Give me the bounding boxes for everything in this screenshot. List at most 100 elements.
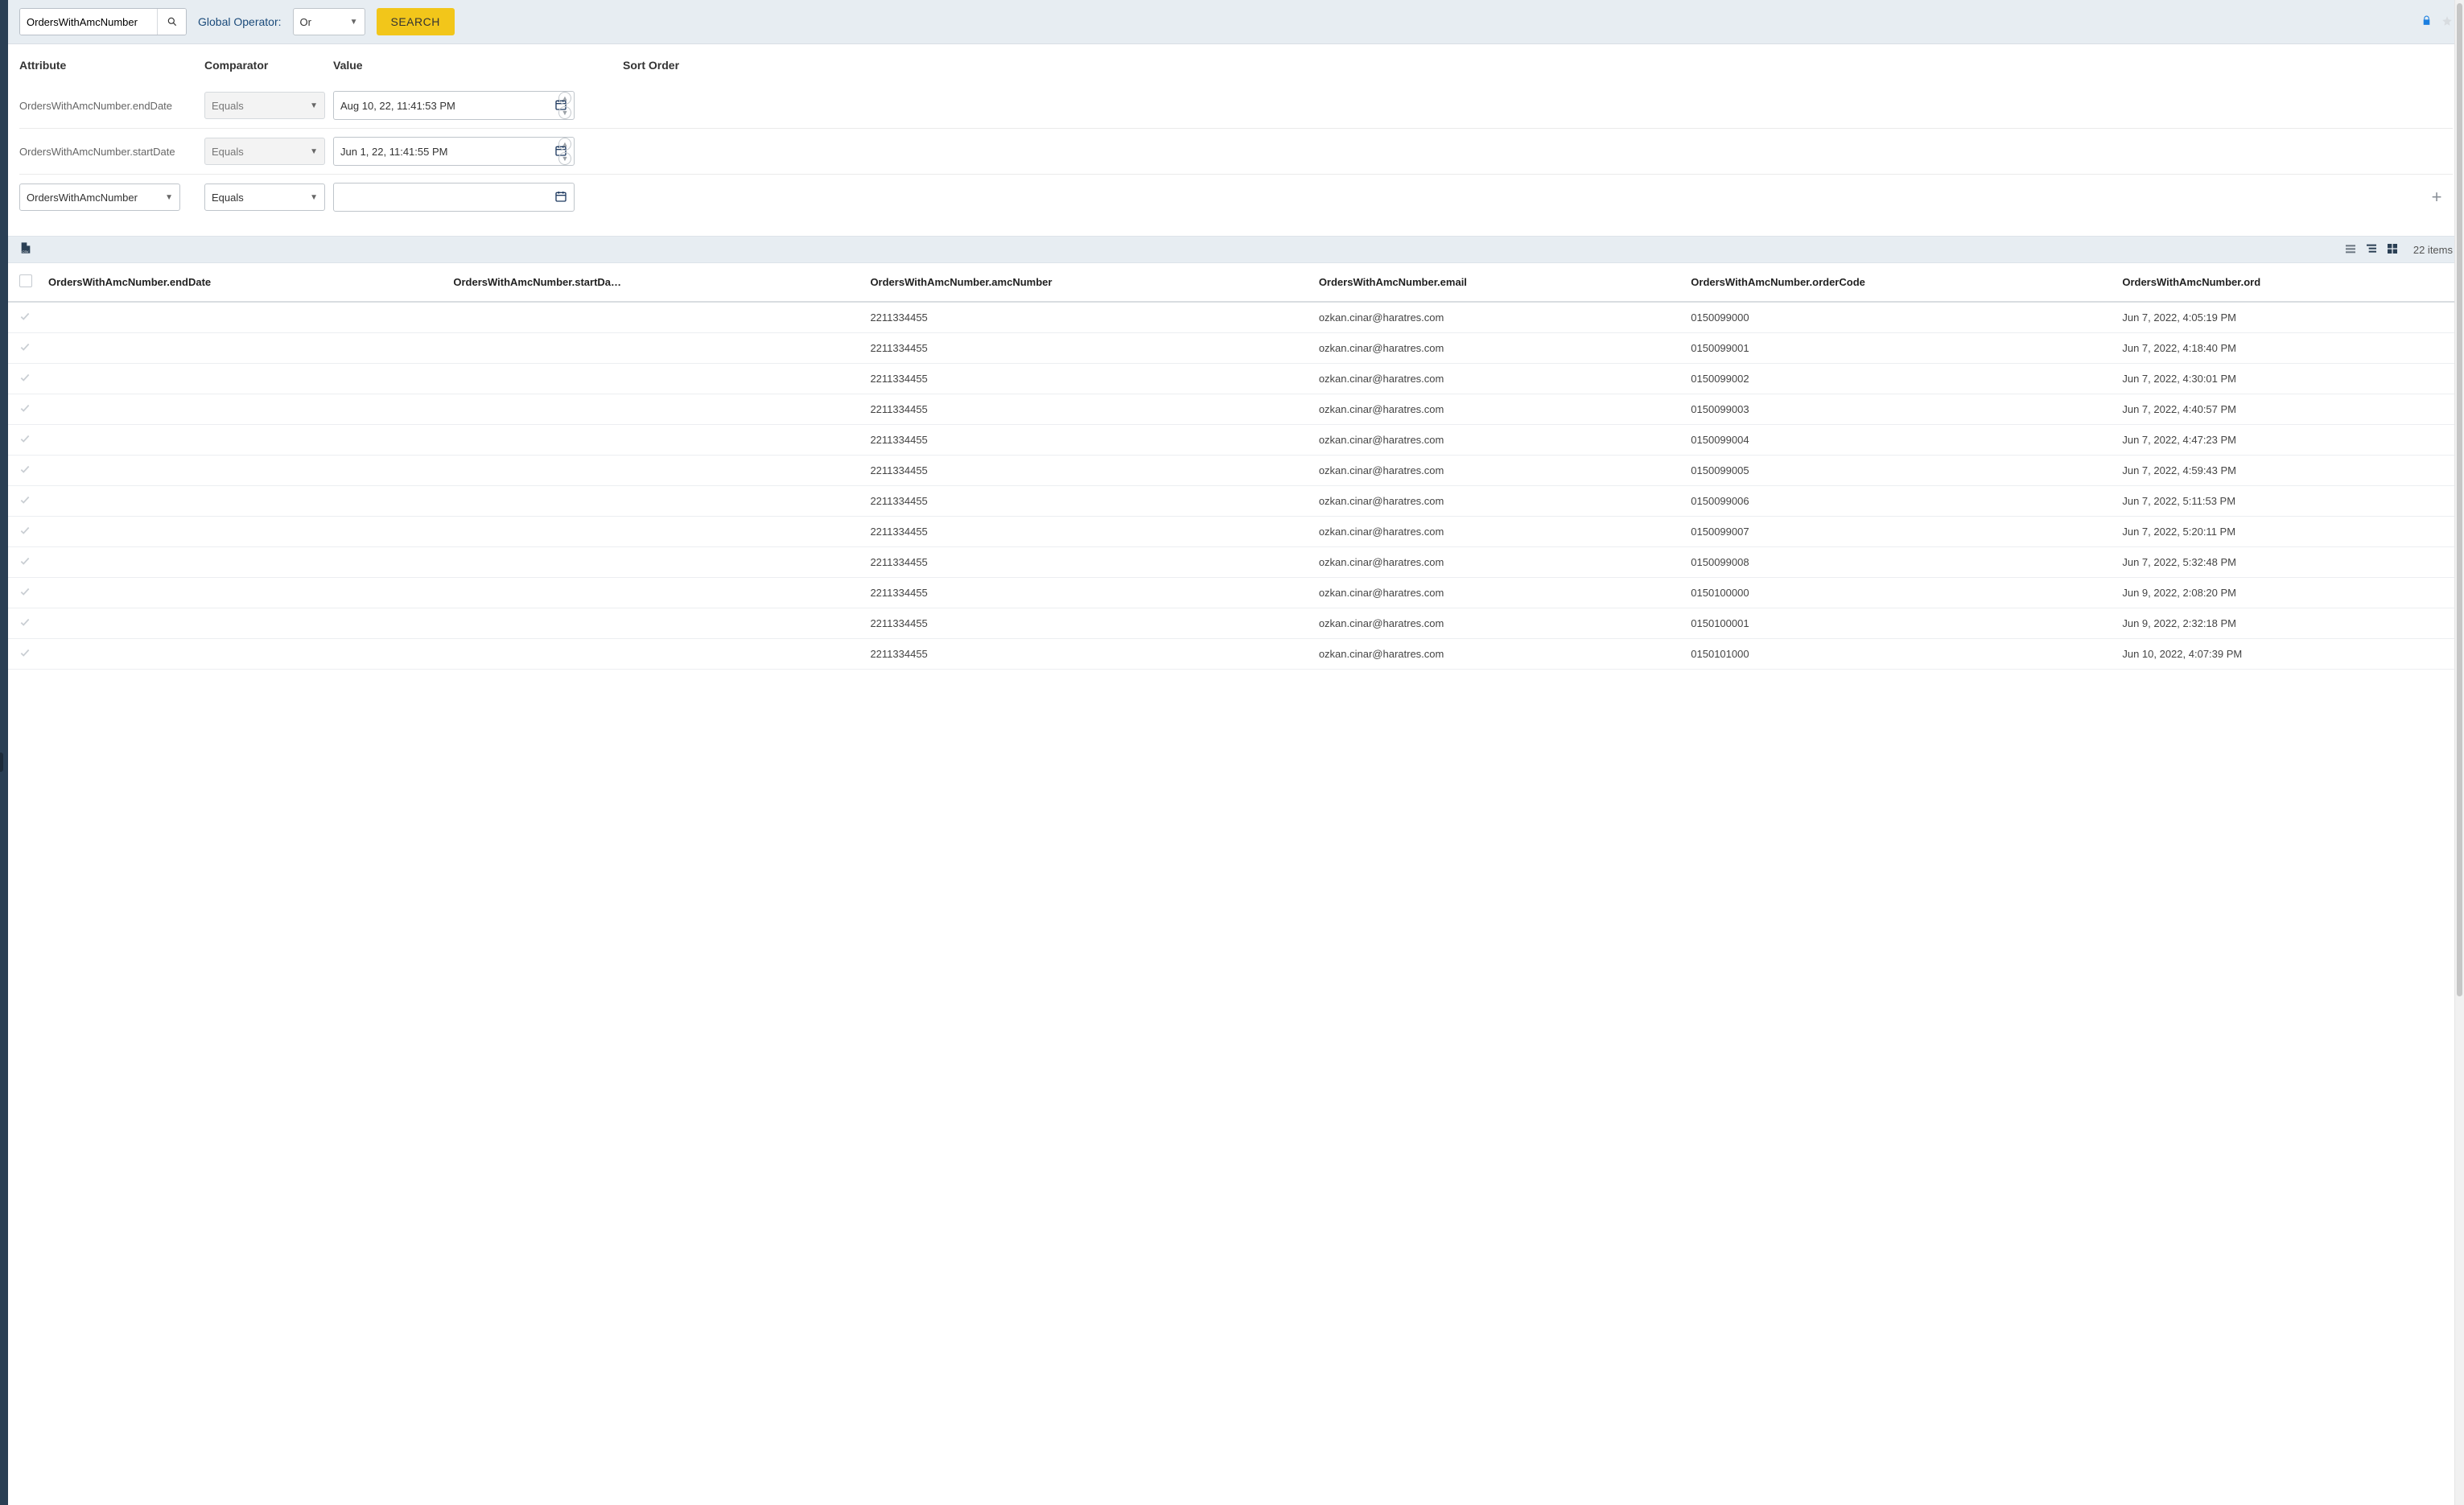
col-header[interactable]: OrdersWithAmcNumber.ord [2114,263,2464,302]
global-operator-label: Global Operator: [198,15,282,28]
table-row[interactable]: 2211334455ozkan.cinar@haratres.com015009… [8,333,2464,364]
table-row[interactable]: 2211334455ozkan.cinar@haratres.com015009… [8,517,2464,547]
sort-down-button[interactable]: ▼ [558,152,571,165]
tree-view-icon[interactable] [2365,242,2378,258]
type-search-group [19,8,187,35]
chevron-down-icon: ▼ [350,18,358,27]
cell-order-date: Jun 7, 2022, 4:40:57 PM [2114,394,2464,425]
table-row[interactable]: 2211334455ozkan.cinar@haratres.com015009… [8,394,2464,425]
type-search-button[interactable] [157,9,186,35]
table-row[interactable]: 2211334455ozkan.cinar@haratres.com015010… [8,578,2464,608]
table-row[interactable]: 2211334455ozkan.cinar@haratres.com015009… [8,425,2464,456]
select-all-checkbox[interactable] [19,274,32,287]
filter-header-attribute: Attribute [19,59,196,72]
cell-order-code: 0150099004 [1683,425,2114,456]
col-header[interactable]: OrdersWithAmcNumber.orderCode [1683,263,2114,302]
col-header[interactable]: OrdersWithAmcNumber.startDa… [445,263,862,302]
cell-email: ozkan.cinar@haratres.com [1311,486,1683,517]
row-check-icon [19,404,31,416]
filter-comparator-value: Equals [212,100,244,112]
sort-up-button[interactable]: ▲ [558,138,571,150]
export-csv-button[interactable]: CSV [19,241,32,258]
filter-comparator-select[interactable]: Equals ▼ [204,183,325,211]
sort-down-button[interactable]: ▼ [558,106,571,119]
col-header[interactable]: OrdersWithAmcNumber.endDate [40,263,445,302]
global-operator-select[interactable]: Or ▼ [293,8,365,35]
cell-amc-number: 2211334455 [862,578,1310,608]
filter-attribute-label: OrdersWithAmcNumber.startDate [19,146,196,158]
filter-attribute-value: OrdersWithAmcNumber [27,192,138,204]
cell-order-date: Jun 7, 2022, 5:11:53 PM [2114,486,2464,517]
cell-order-date: Jun 7, 2022, 4:59:43 PM [2114,456,2464,486]
table-row[interactable]: 2211334455ozkan.cinar@haratres.com015010… [8,608,2464,639]
filter-headers: Attribute Comparator Value Sort Order [19,59,2453,83]
cell-amc-number: 2211334455 [862,547,1310,578]
cell-order-code: 0150099008 [1683,547,2114,578]
cell-order-code: 0150099005 [1683,456,2114,486]
items-count-label: 22 items [2413,244,2453,256]
cell-email: ozkan.cinar@haratres.com [1311,364,1683,394]
filter-comparator-value: Equals [212,192,244,204]
filter-value-input[interactable] [333,183,575,212]
table-row[interactable]: 2211334455ozkan.cinar@haratres.com015009… [8,456,2464,486]
lock-icon[interactable] [2421,15,2432,28]
cell-email: ozkan.cinar@haratres.com [1311,425,1683,456]
table-row[interactable]: 2211334455ozkan.cinar@haratres.com015009… [8,547,2464,578]
search-button[interactable]: SEARCH [377,8,455,35]
table-row[interactable]: 2211334455ozkan.cinar@haratres.com015009… [8,486,2464,517]
top-toolbar: Global Operator: Or ▼ SEARCH [8,0,2464,44]
row-check-icon [19,496,31,508]
row-check-icon [19,618,31,630]
svg-text:CSV: CSV [22,249,29,254]
toolbar-icons [2421,15,2453,29]
cell-start-date [445,578,862,608]
cell-start-date [445,486,862,517]
cell-email: ozkan.cinar@haratres.com [1311,517,1683,547]
cell-order-code: 0150099003 [1683,394,2114,425]
list-view-icon[interactable] [2344,242,2357,258]
cell-end-date [40,302,445,333]
cell-start-date [445,608,862,639]
filter-attribute-select[interactable]: OrdersWithAmcNumber ▼ [19,183,180,211]
cell-end-date [40,394,445,425]
filter-attribute-label: OrdersWithAmcNumber.endDate [19,100,196,112]
filter-header-comparator: Comparator [204,59,325,72]
col-header[interactable]: OrdersWithAmcNumber.email [1311,263,1683,302]
filter-comparator-select[interactable]: Equals ▼ [204,92,325,119]
results-header-row: OrdersWithAmcNumber.endDate OrdersWithAm… [8,263,2464,302]
cell-order-date: Jun 9, 2022, 2:32:18 PM [2114,608,2464,639]
filter-value-input[interactable]: Aug 10, 22, 11:41:53 PM [333,91,575,120]
star-icon[interactable] [2441,15,2453,29]
filter-comparator-select[interactable]: Equals ▼ [204,138,325,165]
scrollbar-track[interactable] [2454,0,2464,1505]
grid-view-icon[interactable] [2386,242,2399,258]
row-check-icon [19,526,31,538]
table-row[interactable]: 2211334455ozkan.cinar@haratres.com015009… [8,364,2464,394]
type-search-input[interactable] [20,9,157,35]
cell-end-date [40,639,445,670]
cell-end-date [40,547,445,578]
cell-start-date [445,517,862,547]
left-rail [0,0,8,1505]
col-header[interactable]: OrdersWithAmcNumber.amcNumber [862,263,1310,302]
scrollbar-thumb[interactable] [2457,3,2462,996]
table-row[interactable]: 2211334455ozkan.cinar@haratres.com015009… [8,302,2464,333]
cell-amc-number: 2211334455 [862,394,1310,425]
calendar-icon[interactable] [554,190,567,205]
table-row[interactable]: 2211334455ozkan.cinar@haratres.com015010… [8,639,2464,670]
row-check-icon [19,557,31,569]
cell-order-date: Jun 10, 2022, 4:07:39 PM [2114,639,2464,670]
search-icon [167,16,178,27]
view-toggles: 22 items [2344,242,2453,258]
rail-collapse-handle[interactable] [0,752,3,772]
add-filter-button[interactable]: + [2421,187,2453,208]
cell-amc-number: 2211334455 [862,639,1310,670]
cell-amc-number: 2211334455 [862,425,1310,456]
cell-amc-number: 2211334455 [862,302,1310,333]
cell-start-date [445,394,862,425]
cell-email: ozkan.cinar@haratres.com [1311,394,1683,425]
sort-up-button[interactable]: ▲ [558,92,571,105]
filter-value-input[interactable]: Jun 1, 22, 11:41:55 PM [333,137,575,166]
cell-order-code: 0150100001 [1683,608,2114,639]
filter-header-value: Value [333,59,575,72]
